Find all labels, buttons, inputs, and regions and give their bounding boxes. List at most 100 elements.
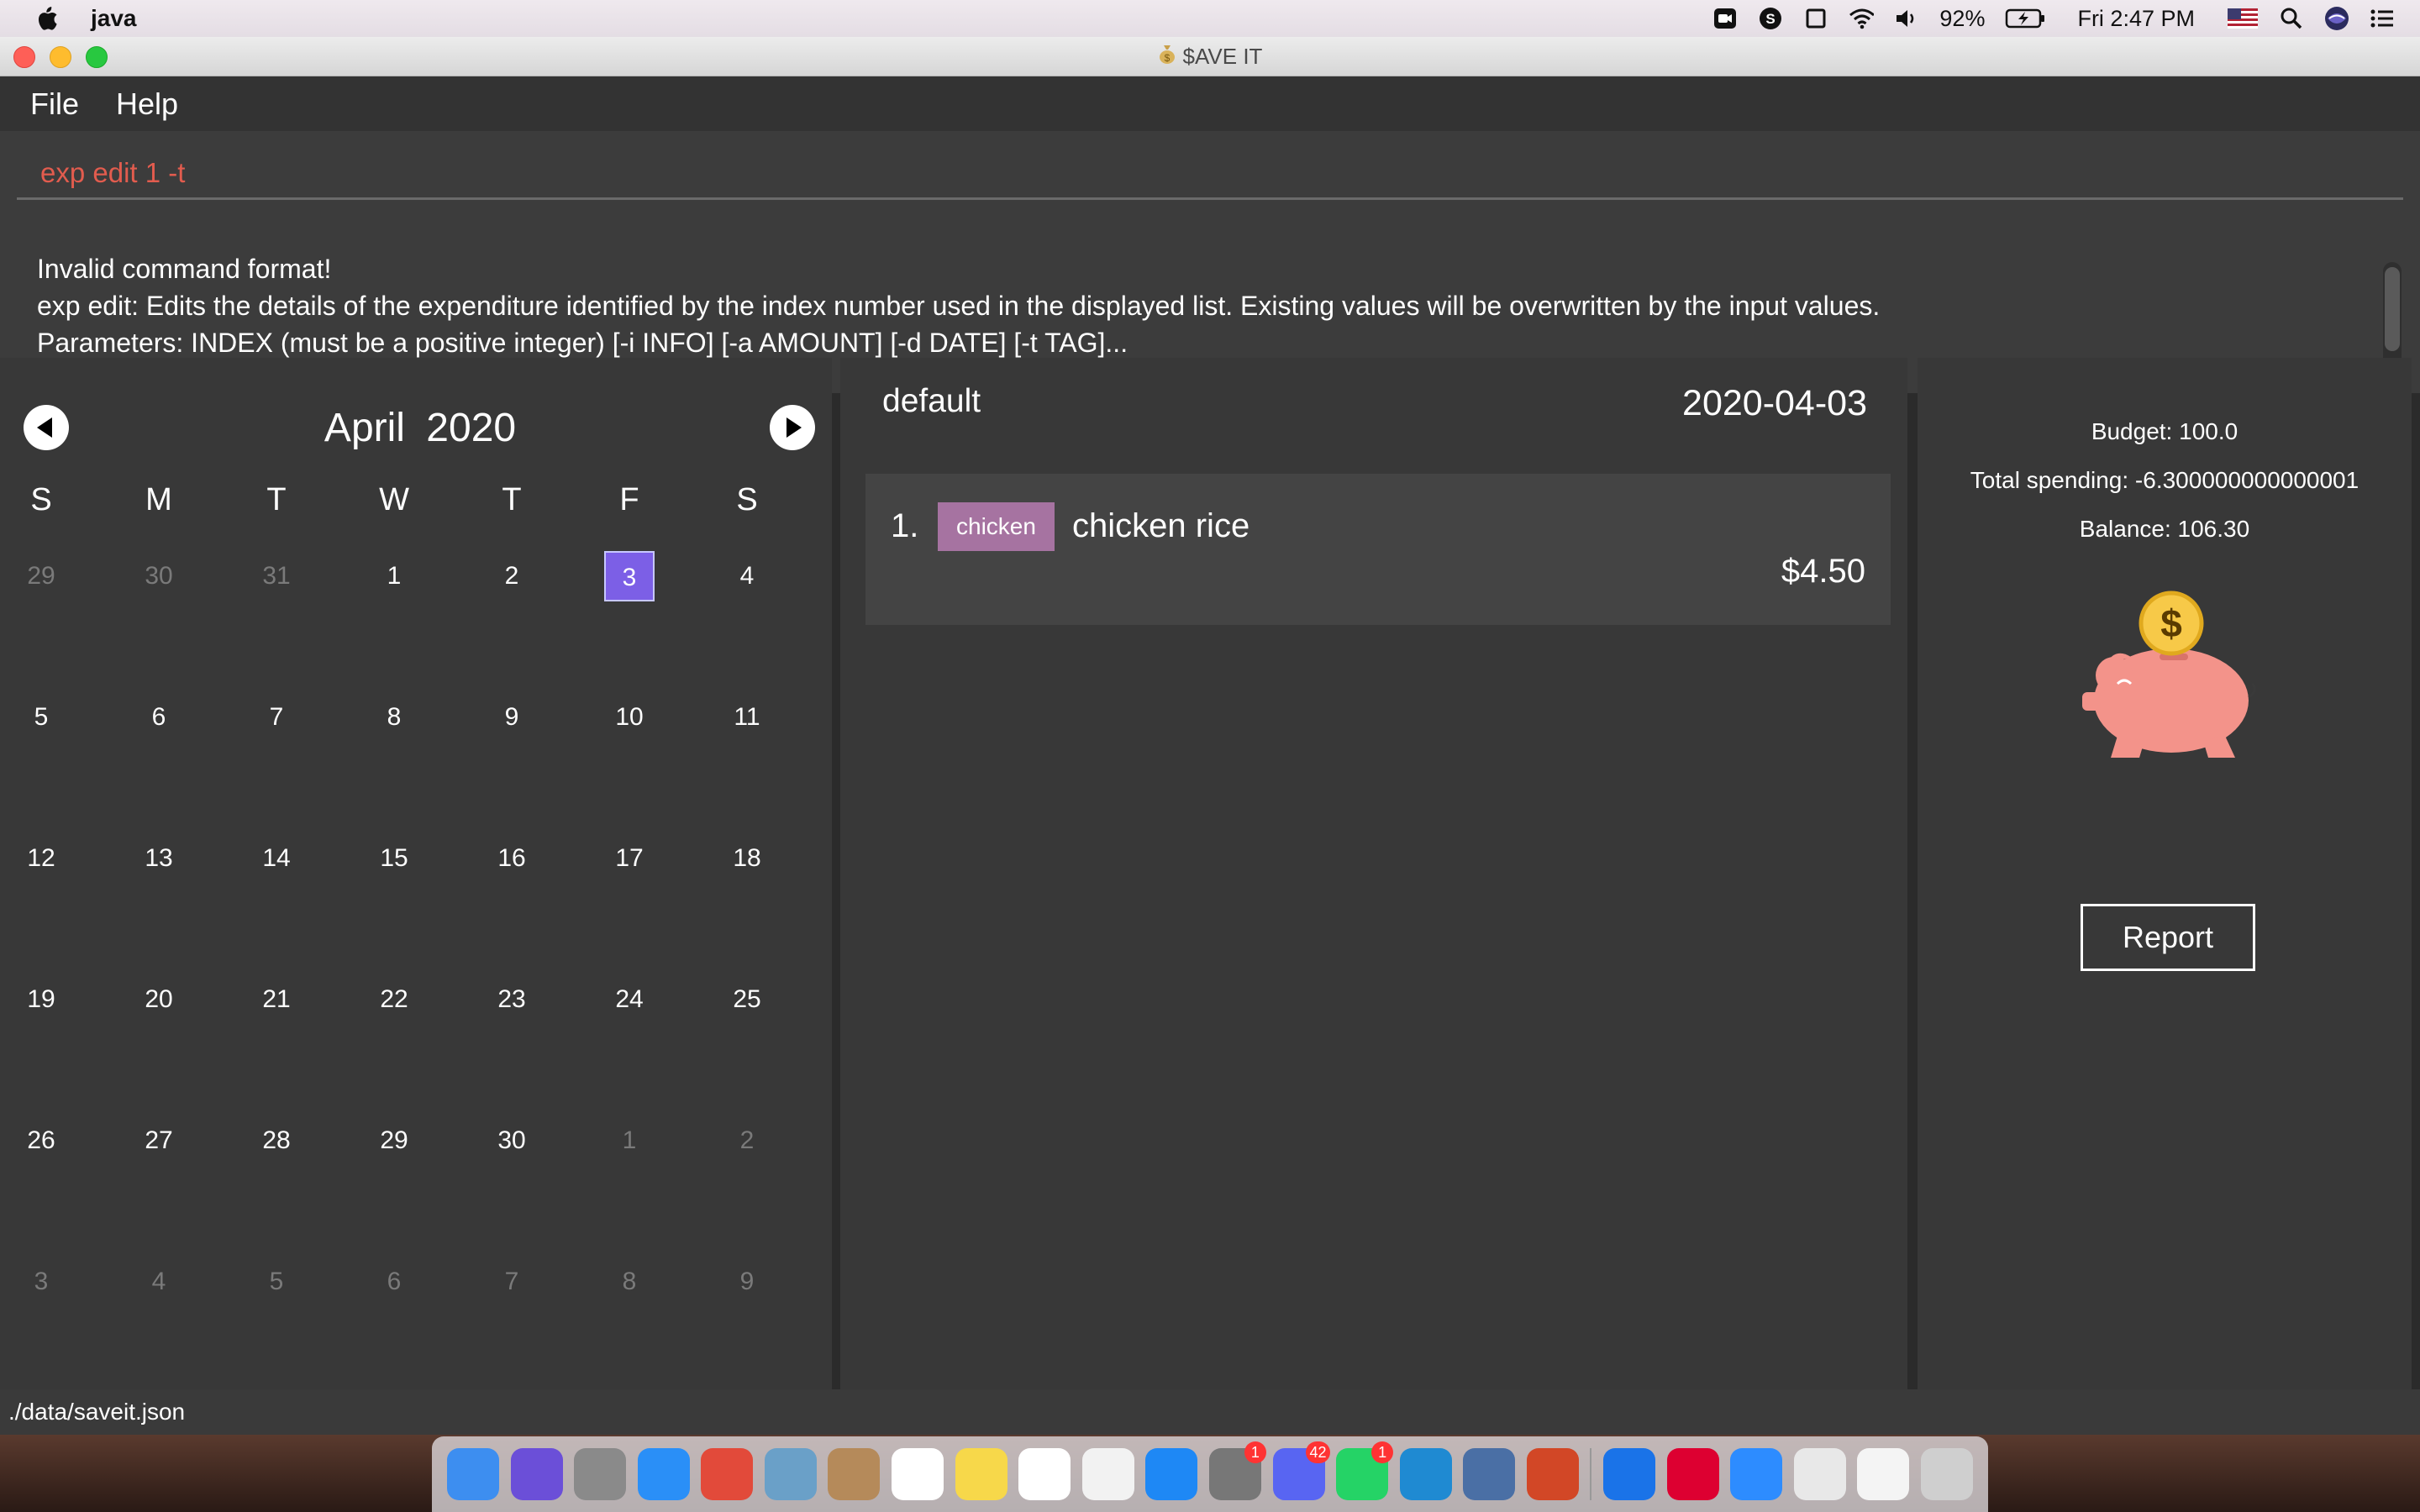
calendar-day[interactable]: 22 [369,974,419,1025]
next-month-button[interactable] [770,405,815,450]
window-title-bar[interactable]: $ $AVE IT [0,37,2420,76]
virtualbox-icon[interactable] [1463,1448,1516,1500]
calendar-day-selected[interactable]: 3 [604,551,655,601]
system-preferences-icon[interactable]: 1 [1208,1441,1266,1500]
calendar-day[interactable]: 4 [722,551,772,601]
expenditure-list-panel: default 2020-04-03 1. chicken chicken ri… [840,358,1907,1389]
reminders-icon[interactable] [1018,1448,1071,1500]
calendar-day[interactable]: 17 [604,833,655,884]
calendar-panel: April 2020 SMTWTFS 29 30 31 1 2 3 4 5 6 7 8 9 10 11 12… [0,358,832,1389]
calendar-day[interactable]: 23 [487,974,537,1025]
calendar-day[interactable]: 7 [251,692,302,743]
calendar-day[interactable]: 14 [251,833,302,884]
result-scrollbar-thumb[interactable] [2385,267,2400,351]
apple-menu-icon[interactable] [34,4,62,33]
siri-icon[interactable] [2324,6,2349,31]
calendar-day[interactable]: 25 [722,974,772,1025]
maps-pin-icon[interactable] [1602,1448,1655,1500]
menu-file[interactable]: File [30,87,79,122]
calendar-day[interactable]: 3 [16,1257,66,1307]
skype-status-icon[interactable]: S [1758,6,1783,31]
calendar-day[interactable]: 15 [369,833,419,884]
powerpoint-icon[interactable] [1526,1448,1579,1500]
wifi-icon[interactable] [1849,6,1875,31]
spotlight-search-icon[interactable] [2279,6,2304,31]
trash-icon[interactable] [1920,1448,1973,1500]
angular-icon[interactable] [1666,1448,1719,1500]
calendar-day[interactable]: 24 [604,974,655,1025]
window-status-icon[interactable] [1803,6,1828,31]
downloads-calendar-icon[interactable] [1857,1448,1910,1500]
calendar-day[interactable]: 27 [134,1116,184,1166]
calendar-day[interactable]: 21 [251,974,302,1025]
expenditure-card[interactable]: 1. chicken chicken rice $4.50 [865,474,1891,625]
launchpad-icon[interactable] [574,1448,627,1500]
calendar-day[interactable]: 20 [134,974,184,1025]
weekday-label: F [619,482,639,517]
java-coffee-icon[interactable] [1793,1448,1846,1500]
piggy-bank-icon: $ [2082,591,2256,758]
menubar-clock[interactable]: Fri 2:47 PM [2077,6,2195,32]
budget-summary-panel: Budget: 100.0 Total spending: -6.3000000… [1918,358,2412,1389]
command-input[interactable] [17,148,2403,200]
vscode-icon[interactable] [1399,1448,1452,1500]
contacts-icon[interactable] [828,1448,881,1500]
calendar-day[interactable]: 5 [16,692,66,743]
notification-center-icon[interactable] [2370,6,2395,31]
calendar-day[interactable]: 19 [16,974,66,1025]
battery-percent[interactable]: 92% [1939,6,1985,32]
us-flag-input-icon[interactable] [2227,6,2259,31]
whatsapp-icon[interactable]: 1 [1336,1441,1394,1500]
window-zoom-button[interactable] [86,46,108,68]
window-close-button[interactable] [13,46,35,68]
window-minimize-button[interactable] [50,46,71,68]
zoom-status-icon[interactable] [1712,6,1738,31]
finder-icon[interactable] [447,1448,499,1500]
calendar-day[interactable]: 1 [604,1116,655,1166]
music-icon[interactable] [1081,1448,1134,1500]
safari-icon[interactable] [637,1448,690,1500]
menu-help[interactable]: Help [116,87,178,122]
calendar-day[interactable]: 10 [604,692,655,743]
chrome-icon[interactable] [701,1448,754,1500]
zoom-icon[interactable] [1730,1448,1783,1500]
weekday-label: W [379,482,409,517]
volume-icon[interactable] [1894,6,1919,31]
active-app-name[interactable]: java [91,5,137,32]
calendar-day[interactable]: 12 [16,833,66,884]
siri-icon[interactable] [510,1448,563,1500]
calendar-day[interactable]: 16 [487,833,537,884]
calendar-day[interactable]: 2 [722,1116,772,1166]
battery-charging-icon[interactable] [2005,6,2045,31]
calendar-day[interactable]: 29 [16,551,66,601]
calendar-day[interactable]: 8 [369,692,419,743]
calendar-day[interactable]: 26 [16,1116,66,1166]
calendar-day[interactable]: 5 [251,1257,302,1307]
calendar-day[interactable]: 8 [604,1257,655,1307]
notes-icon[interactable] [955,1448,1007,1500]
calendar-day[interactable]: 28 [251,1116,302,1166]
calendar-icon[interactable] [892,1448,944,1500]
account-name: default [882,383,981,419]
calendar-day[interactable]: 9 [487,692,537,743]
calendar-day[interactable]: 31 [251,551,302,601]
preview-icon[interactable] [764,1448,817,1500]
calendar-day[interactable]: 1 [369,551,419,601]
calendar-day[interactable]: 6 [369,1257,419,1307]
calendar-day[interactable]: 29 [369,1116,419,1166]
calendar-day[interactable]: 4 [134,1257,184,1307]
calendar-day[interactable]: 13 [134,833,184,884]
calendar-day[interactable]: 30 [487,1116,537,1166]
calendar-day[interactable]: 18 [722,833,772,884]
calendar-day[interactable]: 30 [134,551,184,601]
report-button[interactable]: Report [2081,904,2255,971]
calendar-day[interactable]: 6 [134,692,184,743]
calendar-day[interactable]: 2 [487,551,537,601]
calendar-day[interactable]: 9 [722,1257,772,1307]
calendar-day[interactable]: 7 [487,1257,537,1307]
svg-text:$: $ [1164,52,1170,64]
app-store-icon[interactable] [1145,1448,1198,1500]
notification-badge: 1 [1371,1441,1394,1463]
calendar-day[interactable]: 11 [722,692,772,743]
discord-icon[interactable]: 42 [1272,1441,1330,1500]
